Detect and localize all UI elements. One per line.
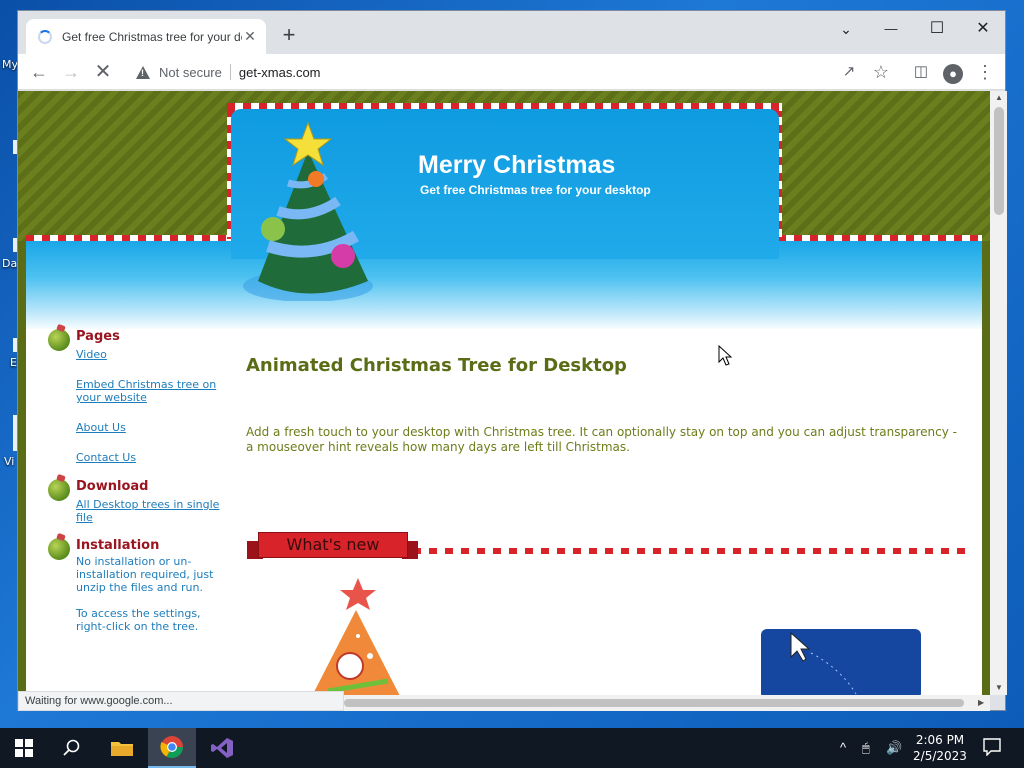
loading-spinner-icon [38, 29, 52, 44]
notification-icon[interactable] [983, 738, 1001, 759]
site-title: Merry Christmas [418, 151, 616, 179]
whats-new-ribbon: What's new [258, 532, 408, 558]
menu-kebab-icon[interactable]: ⋮ [972, 59, 998, 85]
ornament-bullet-icon [48, 538, 70, 560]
url-text[interactable]: get-xmas.com [239, 65, 321, 80]
candy-cane-divider [413, 548, 970, 554]
sidebar-link-download-all[interactable]: All Desktop trees in single file [76, 498, 226, 524]
omnibox-divider [229, 64, 231, 80]
close-window-button[interactable]: ✕ [960, 15, 1006, 43]
sidebar-heading-download: Download [76, 479, 149, 494]
visual-studio-icon [211, 738, 233, 758]
clock-date: 2/5/2023 [913, 749, 967, 763]
browser-toolbar: ← → ✕ Not secure get-xmas.com ↗ ☆ ◫ ● ⋮ [18, 54, 1005, 90]
windows-logo-icon [15, 739, 33, 757]
mouse-cursor-icon [790, 631, 857, 695]
bookmark-star-icon[interactable]: ☆ [868, 59, 894, 85]
main-paragraph: Add a fresh touch to your desktop with C… [246, 425, 957, 454]
christmas-tree-logo-icon [243, 121, 373, 301]
system-clock[interactable]: 2:06 PM 2/5/2023 [900, 732, 980, 764]
scroll-up-arrow-icon[interactable]: ▲ [995, 93, 1003, 102]
visual-studio-button[interactable] [198, 728, 246, 768]
scroll-right-arrow-icon[interactable]: ▶ [978, 698, 984, 707]
chrome-icon [160, 736, 183, 758]
sidebar-link-embed[interactable]: Embed Christmas tree on your website [76, 378, 226, 404]
sidebar-heading-installation: Installation [76, 538, 160, 553]
triangle-tree-icon [312, 578, 400, 695]
desktop-icon-label[interactable]: Vi [4, 455, 14, 468]
side-panel-icon[interactable]: ◫ [908, 59, 934, 85]
sidebar-heading-pages: Pages [76, 329, 120, 344]
forward-arrow-icon[interactable]: → [58, 59, 84, 85]
share-icon[interactable]: ↗ [836, 59, 862, 85]
scroll-down-arrow-icon[interactable]: ▼ [995, 683, 1003, 692]
back-arrow-icon[interactable]: ← [26, 59, 52, 85]
sidebar-link-about[interactable]: About Us [76, 421, 226, 434]
folder-icon [111, 742, 133, 756]
tray-chevron-icon[interactable]: ^ [840, 740, 846, 755]
start-button[interactable] [0, 728, 48, 768]
minimize-button[interactable]: — [868, 15, 914, 43]
network-icon[interactable]: 🖱 [862, 740, 870, 756]
profile-avatar-icon[interactable]: ● [940, 59, 966, 85]
horizontal-scroll-thumb[interactable] [344, 699, 964, 707]
search-icon [63, 739, 80, 756]
chrome-taskbar-button[interactable] [148, 728, 196, 768]
stop-loading-icon[interactable]: ✕ [90, 59, 116, 85]
vertical-scrollbar[interactable]: ▲ ▼ [990, 91, 1007, 695]
clock-time: 2:06 PM [915, 733, 965, 747]
desktop-icon-label[interactable]: My [2, 58, 18, 71]
desktop-icon-label[interactable]: E [10, 356, 17, 369]
promo-image[interactable] [761, 629, 921, 695]
page-viewport: Merry Christmas Get free Christmas tree … [18, 91, 990, 695]
address-bar[interactable]: Not secure get-xmas.com [128, 58, 898, 86]
browser-tab[interactable]: Get free Christmas tree for your desktop… [26, 19, 266, 54]
close-tab-icon[interactable]: ✕ [242, 28, 258, 45]
taskbar: ^ 🖱 🔊 2:06 PM 2/5/2023 [0, 728, 1024, 768]
new-tab-button[interactable]: + [276, 23, 302, 49]
installation-text: No installation or un-installation requi… [76, 555, 214, 594]
tab-title: Get free Christmas tree for your desktop [62, 29, 242, 44]
tab-search-button[interactable]: ⌄ [823, 15, 869, 43]
main-heading: Animated Christmas Tree for Desktop [246, 355, 627, 376]
tab-strip: Get free Christmas tree for your desktop… [18, 11, 1005, 54]
sidebar-link-contact[interactable]: Contact Us [76, 451, 226, 464]
desktop-icon-label[interactable]: Da [2, 257, 17, 270]
ornament-bullet-icon [48, 329, 70, 351]
status-bar: Waiting for www.google.com... [18, 691, 344, 711]
file-explorer-button[interactable] [98, 728, 146, 768]
security-label[interactable]: Not secure [159, 65, 222, 80]
maximize-button[interactable]: ☐ [914, 15, 960, 43]
warning-icon[interactable] [136, 65, 150, 79]
ornament-bullet-icon [48, 479, 70, 501]
sidebar-link-video[interactable]: Video [76, 348, 226, 361]
site-subtitle: Get free Christmas tree for your desktop [420, 183, 651, 197]
action-center-icon [983, 738, 1001, 757]
search-button[interactable] [48, 728, 96, 768]
vertical-scroll-thumb[interactable] [994, 107, 1004, 215]
installation-settings-text: To access the settings, right-click on t… [76, 607, 201, 633]
mouse-pointer-icon [718, 345, 733, 366]
browser-window: Get free Christmas tree for your desktop… [17, 10, 1007, 711]
